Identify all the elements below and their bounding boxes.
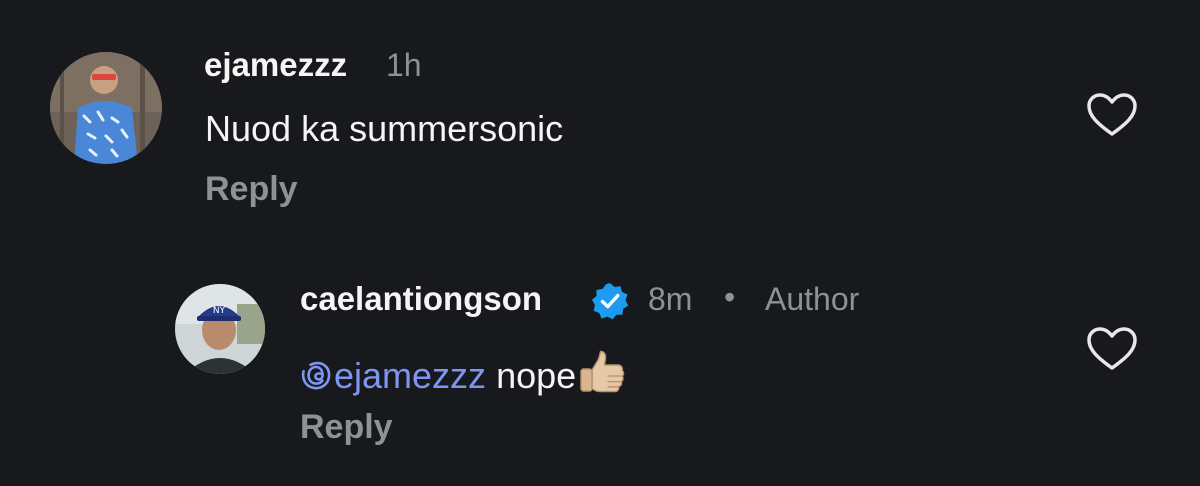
- comment-username[interactable]: caelantiongson: [300, 280, 542, 318]
- heart-outline-icon[interactable]: [1086, 92, 1138, 138]
- separator-dot: •: [724, 279, 736, 315]
- verified-badge-icon: [590, 281, 630, 321]
- svg-text:NY: NY: [213, 306, 226, 316]
- thumbs-up-emoji: [578, 349, 626, 395]
- mention-username: ejamezzz: [334, 355, 487, 396]
- avatar-image: NY: [175, 284, 265, 374]
- mention-link[interactable]: ejamezzz: [300, 355, 486, 396]
- user-avatar[interactable]: NY: [175, 284, 265, 374]
- threads-icon: [300, 359, 332, 391]
- comment-timestamp: 1h: [386, 47, 422, 83]
- author-label: Author: [765, 281, 860, 317]
- comment-text: ejamezzz nope: [300, 349, 626, 397]
- user-avatar[interactable]: [50, 52, 162, 164]
- reply-button[interactable]: Reply: [205, 170, 298, 209]
- comment-username[interactable]: ejamezzz: [204, 46, 347, 84]
- comment-timestamp: 8m: [648, 281, 693, 317]
- comment-text: Nuod ka summersonic: [205, 108, 564, 149]
- heart-outline-icon[interactable]: [1086, 326, 1138, 372]
- avatar-image: [50, 52, 162, 164]
- reply-button[interactable]: Reply: [300, 408, 393, 447]
- comment-text-body: nope: [486, 355, 577, 396]
